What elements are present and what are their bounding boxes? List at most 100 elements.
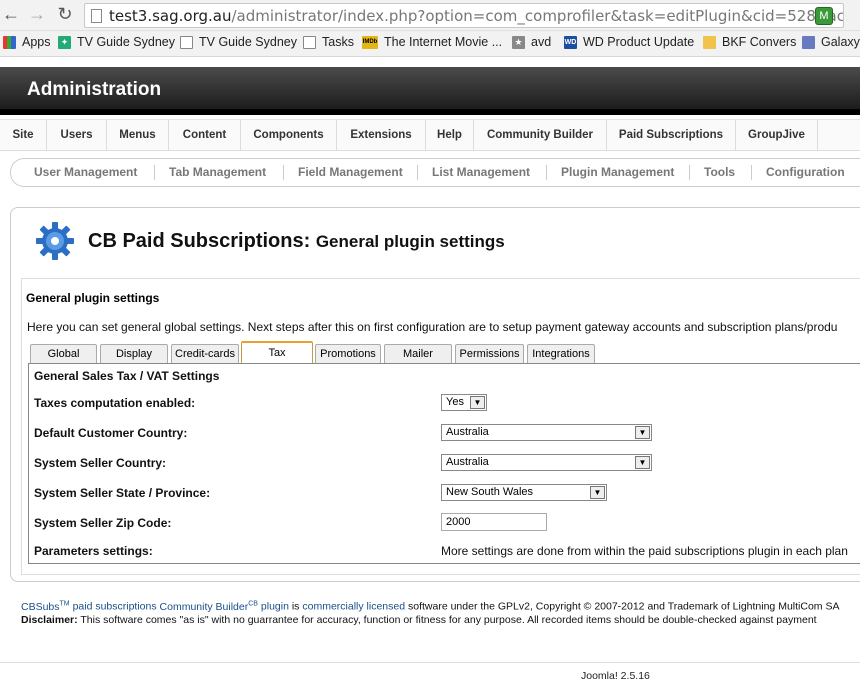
dropdown-arrow-icon: ▼	[590, 486, 605, 499]
license-footer: CBSubsTM paid subscriptions Community Bu…	[21, 600, 839, 613]
dropdown-arrow-icon: ▼	[635, 426, 650, 439]
tab-display[interactable]: Display	[100, 344, 168, 363]
page-title-sub: General plugin settings	[315, 232, 505, 251]
bookmark-wd-product-update[interactable]: WD WD Product Update	[564, 35, 694, 49]
apps-grid-icon	[3, 35, 16, 49]
admin-title: Administration	[27, 79, 162, 100]
submenu-divider	[283, 165, 284, 180]
submenu-divider	[417, 165, 418, 180]
galaxy-icon	[802, 35, 815, 49]
cbsubs-link[interactable]: CBSubsTM	[21, 600, 70, 613]
tab-integrations[interactable]: Integrations	[527, 344, 595, 363]
page-icon	[180, 35, 193, 49]
plugin-link[interactable]: plugin	[261, 601, 289, 613]
submenu-tools[interactable]: Tools	[704, 159, 735, 186]
tab-mailer[interactable]: Mailer	[384, 344, 452, 363]
bookmark-label: Tasks	[322, 35, 354, 49]
main-menu: Site Users Menus Content Components Exte…	[0, 119, 860, 151]
bookmark-label: TV Guide Sydney	[77, 35, 175, 49]
menu-users[interactable]: Users	[47, 120, 107, 151]
page-icon	[91, 9, 102, 23]
tv-guide-icon: ✦	[58, 35, 71, 49]
disclaimer: Disclaimer: This software comes "as is" …	[21, 614, 817, 626]
bookmark-tasks[interactable]: Tasks	[303, 35, 354, 49]
taxes-enabled-label: Taxes computation enabled:	[34, 396, 196, 410]
tab-global[interactable]: Global	[30, 344, 97, 363]
bookmark-galaxy[interactable]: Galaxy	[802, 35, 860, 49]
bookmark-avd[interactable]: ★ avd	[512, 35, 551, 49]
reload-icon[interactable]: ↻	[54, 4, 76, 25]
bookmark-bkf-convers[interactable]: BKF Convers	[703, 35, 796, 49]
menu-menus[interactable]: Menus	[107, 120, 169, 151]
system-seller-state-label: System Seller State / Province:	[34, 486, 211, 500]
menu-groupjive[interactable]: GroupJive	[736, 120, 818, 151]
system-seller-zip-input[interactable]: 2000	[441, 513, 547, 531]
submenu-divider	[546, 165, 547, 180]
cb-submenu: User Management Tab Management Field Man…	[10, 158, 860, 187]
submenu-divider	[154, 165, 155, 180]
tab-credit-cards[interactable]: Credit-cards	[171, 344, 239, 363]
bookmark-apps[interactable]: Apps	[3, 35, 51, 49]
parameters-settings-label: Parameters settings:	[34, 544, 153, 558]
bookmark-tv-guide-sydney-2[interactable]: TV Guide Sydney	[180, 35, 297, 49]
extension-shield-icon[interactable]: M	[815, 7, 833, 25]
menu-site[interactable]: Site	[0, 120, 47, 151]
bookmark-label: WD Product Update	[583, 35, 695, 49]
intro-text: Here you can set general global settings…	[27, 320, 838, 334]
back-arrow-icon[interactable]: ←	[0, 4, 22, 25]
submenu-field-management[interactable]: Field Management	[298, 159, 403, 186]
select-value: Australia	[446, 456, 489, 468]
imdb-icon: IMDb	[362, 35, 378, 49]
default-customer-country-select[interactable]: Australia ▼	[441, 424, 652, 441]
system-seller-country-select[interactable]: Australia ▼	[441, 454, 652, 471]
taxes-enabled-select[interactable]: Yes ▼	[441, 394, 487, 411]
paid-subscriptions-link[interactable]: paid subscriptions	[73, 601, 157, 613]
select-value: New South Wales	[446, 486, 534, 498]
submenu-divider	[751, 165, 752, 180]
submenu-configuration[interactable]: Configuration	[766, 159, 845, 186]
joomla-version: Joomla! 2.5.16	[581, 670, 650, 682]
bookmark-label: Apps	[22, 35, 51, 49]
select-value: Yes	[446, 396, 464, 408]
page-title-main: CB Paid Subscriptions:	[88, 230, 311, 252]
tab-promotions[interactable]: Promotions	[315, 344, 381, 363]
community-builder-link[interactable]: Community BuilderCB	[160, 600, 258, 613]
disclaimer-label: Disclaimer:	[21, 614, 78, 626]
submenu-divider	[689, 165, 690, 180]
default-customer-country-label: Default Customer Country:	[34, 426, 188, 440]
url-host: test3.sag.org.au	[109, 7, 232, 25]
bookmark-label: TV Guide Sydney	[199, 35, 297, 49]
bookmark-label: The Internet Movie ...	[384, 35, 503, 49]
disclaimer-text: This software comes "as is" with no guar…	[80, 614, 817, 626]
menu-components[interactable]: Components	[241, 120, 337, 151]
submenu-list-management[interactable]: List Management	[432, 159, 530, 186]
avd-icon: ★	[512, 35, 525, 49]
select-value: Australia	[446, 426, 489, 438]
system-seller-zip-label: System Seller Zip Code:	[34, 516, 172, 530]
address-bar[interactable]: test3.sag.org.au/administrator/index.php…	[84, 3, 844, 28]
menu-extensions[interactable]: Extensions	[337, 120, 426, 151]
submenu-plugin-management[interactable]: Plugin Management	[561, 159, 674, 186]
menu-community-builder[interactable]: Community Builder	[474, 120, 607, 151]
commercially-licensed-link[interactable]: commercially licensed	[302, 601, 405, 613]
menu-content[interactable]: Content	[169, 120, 241, 151]
tax-settings-heading: General Sales Tax / VAT Settings	[34, 369, 220, 383]
gear-icon	[36, 222, 74, 260]
system-seller-state-select[interactable]: New South Wales ▼	[441, 484, 607, 501]
forward-arrow-icon[interactable]: →	[26, 4, 48, 25]
dropdown-arrow-icon: ▼	[470, 396, 485, 409]
submenu-user-management[interactable]: User Management	[34, 159, 137, 186]
header-strip	[0, 109, 860, 115]
submenu-tab-management[interactable]: Tab Management	[169, 159, 266, 186]
bookmark-imdb[interactable]: IMDb The Internet Movie ...	[362, 35, 502, 49]
page-icon	[303, 35, 316, 49]
menu-paid-subscriptions[interactable]: Paid Subscriptions	[607, 120, 736, 151]
menu-help[interactable]: Help	[426, 120, 474, 151]
section-title: General plugin settings	[26, 291, 160, 305]
tab-permissions[interactable]: Permissions	[455, 344, 524, 363]
footer-divider	[0, 662, 860, 663]
tab-tax[interactable]: Tax	[241, 341, 313, 363]
bookmark-tv-guide-sydney[interactable]: ✦ TV Guide Sydney	[58, 35, 175, 49]
dropdown-arrow-icon: ▼	[635, 456, 650, 469]
license-text: software under the GPLv2, Copyright © 20…	[407, 600, 840, 613]
